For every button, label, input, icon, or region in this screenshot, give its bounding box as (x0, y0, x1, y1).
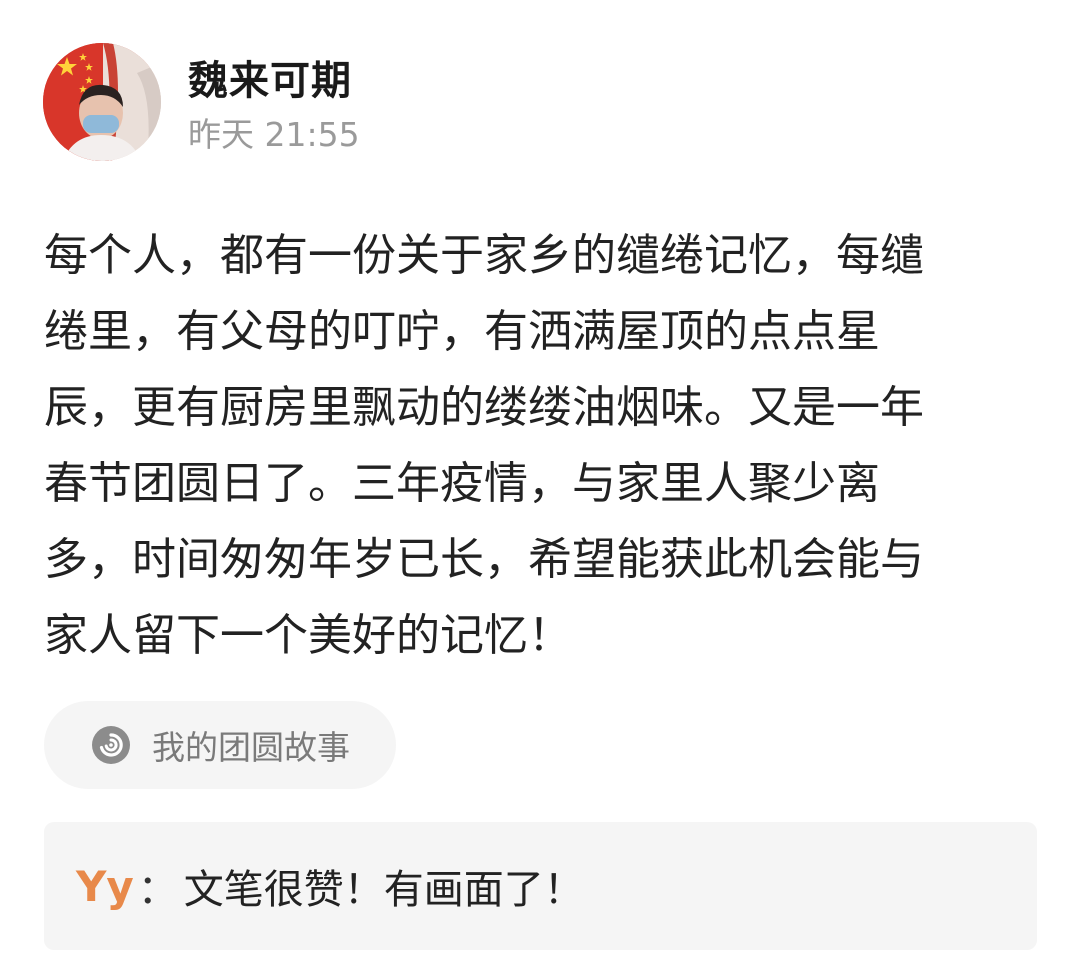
content-line: 每个人，都有一份关于家乡的缱绻记忆，每缱 (44, 230, 924, 281)
feed-post: 魏来可期 昨天 21:55 每个人，都有一份关于家乡的缱绻记忆，每缱 绻里，有父… (0, 0, 1080, 954)
content-line: 辰，更有厨房里飘动的缕缕油烟味。又是一年 (44, 382, 924, 433)
comment-author[interactable]: Yy (76, 862, 134, 911)
comment-preview[interactable]: Yy ： 文笔很赞！有画面了！ (44, 822, 1037, 950)
post-content: 每个人，都有一份关于家乡的缱绻记忆，每缱 绻里，有父母的叮咛，有洒满屋顶的点点星… (44, 218, 1014, 674)
topic-swirl-icon (92, 726, 130, 764)
content-line: 绻里，有父母的叮咛，有洒满屋顶的点点星 (44, 306, 880, 357)
content-line: 家人留下一个美好的记忆！ (44, 610, 572, 661)
content-line: 多，时间匆匆年岁已长，希望能获此机会能与 (44, 534, 924, 585)
content-line: 春节团圆日了。三年疫情，与家里人聚少离 (44, 458, 880, 509)
avatar-image (43, 43, 161, 161)
topic-tag[interactable]: 我的团圆故事 (44, 701, 396, 789)
author-name[interactable]: 魏来可期 (188, 48, 352, 106)
comment-separator: ： (137, 867, 178, 913)
topic-label: 我的团圆故事 (152, 728, 350, 767)
comment-text: 文笔很赞！有画面了！ (183, 867, 584, 913)
post-timestamp: 昨天 21:55 (188, 115, 360, 154)
avatar[interactable] (43, 43, 161, 161)
